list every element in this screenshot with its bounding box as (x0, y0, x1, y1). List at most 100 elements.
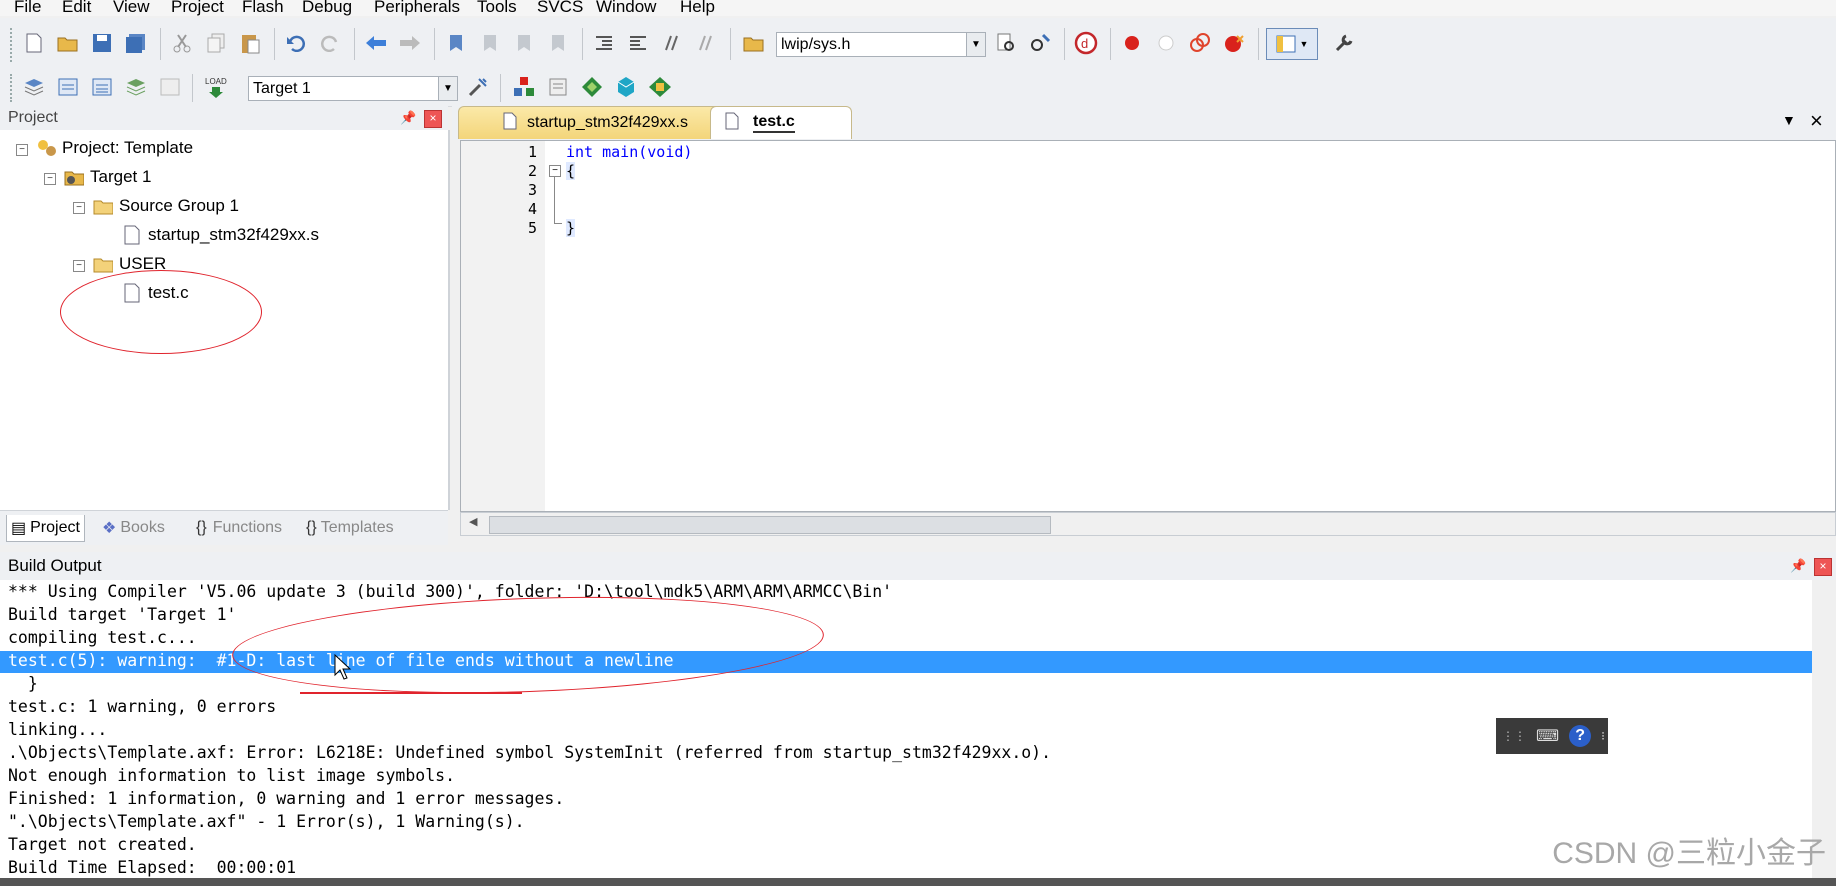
fold-icon[interactable]: − (549, 165, 561, 177)
find-in-files-icon[interactable] (742, 31, 766, 55)
tab-project[interactable]: ▤ Project (6, 515, 85, 542)
indent-icon[interactable] (592, 31, 616, 55)
disable-all-breakpoints-icon[interactable] (1188, 31, 1212, 55)
navigate-back-icon[interactable] (364, 31, 388, 55)
kill-all-breakpoints-icon[interactable] (1222, 31, 1246, 55)
comment-icon[interactable] (660, 31, 684, 55)
close-editor-icon[interactable]: × (1810, 108, 1823, 134)
cut-icon[interactable] (170, 31, 194, 55)
new-file-icon[interactable] (22, 31, 46, 55)
folder-icon (93, 197, 113, 215)
select-packs-icon[interactable] (546, 75, 570, 99)
code-editor[interactable]: 1 2 3 4 5 − int main(void) { } (460, 140, 1836, 512)
line-number: 5 (527, 219, 537, 237)
software-packs-icon[interactable] (648, 75, 672, 99)
chevron-down-icon[interactable]: ▼ (966, 33, 985, 56)
status-bar (0, 878, 1836, 886)
help-icon[interactable]: ? (1569, 725, 1592, 747)
stop-build-icon[interactable] (158, 75, 182, 99)
copy-icon[interactable] (204, 31, 228, 55)
undo-icon[interactable] (284, 31, 308, 55)
menu-help[interactable]: Help (680, 0, 715, 17)
clear-bookmarks-icon[interactable] (546, 31, 570, 55)
line-number-gutter: 1 2 3 4 5 − (461, 141, 562, 511)
menu-view[interactable]: View (113, 0, 150, 17)
menu-file[interactable]: File (14, 0, 41, 17)
manage-rte-icon[interactable] (580, 75, 604, 99)
redo-icon[interactable] (318, 31, 342, 55)
mouse-cursor-icon (334, 653, 352, 685)
fold-line (554, 177, 555, 223)
disable-breakpoint-icon[interactable] (1154, 31, 1178, 55)
line-number: 3 (527, 181, 537, 199)
collapse-icon[interactable]: − (16, 144, 28, 156)
navigate-forward-icon[interactable] (398, 31, 422, 55)
save-all-icon[interactable] (124, 31, 148, 55)
bookmark-icon[interactable] (444, 31, 468, 55)
toolbar-grip[interactable] (10, 74, 15, 102)
collapse-icon[interactable]: − (44, 173, 56, 185)
pack-installer-icon[interactable] (614, 75, 638, 99)
build-line-error[interactable]: .\Objects\Template.axf: Error: L6218E: U… (8, 743, 1051, 762)
options-icon[interactable]: ⁝ (1601, 729, 1605, 743)
prev-bookmark-icon[interactable] (478, 31, 502, 55)
menu-edit[interactable]: Edit (62, 0, 91, 17)
chevron-down-icon[interactable]: ▼ (438, 77, 457, 100)
window-layout-icon[interactable]: ▼ (1266, 28, 1318, 60)
tab-books[interactable]: ❖ Books (102, 515, 165, 541)
tree-startup-file[interactable]: startup_stm32f429xx.s (122, 225, 319, 245)
find-combo[interactable]: lwip/sys.h ▼ (776, 32, 986, 57)
separator (1064, 28, 1065, 60)
incremental-find-icon[interactable] (1028, 31, 1052, 55)
save-icon[interactable] (90, 31, 114, 55)
target-select[interactable]: Target 1 ▼ (248, 76, 458, 101)
menu-project[interactable]: Project (171, 0, 224, 17)
collapse-icon[interactable]: − (73, 202, 85, 214)
close-icon[interactable]: × (424, 110, 442, 128)
tab-startup-file[interactable]: startup_stm32f429xx.s (458, 106, 722, 139)
translate-icon[interactable] (22, 75, 46, 99)
toolbar-grip[interactable] (10, 28, 15, 62)
separator (582, 28, 583, 60)
manage-project-items-icon[interactable] (512, 75, 536, 99)
target-folder-icon (64, 168, 84, 186)
tree-target[interactable]: Target 1 (64, 167, 151, 187)
menu-flash[interactable]: Flash (242, 0, 284, 17)
menu-window[interactable]: Window (596, 0, 656, 17)
tree-project-root[interactable]: Project: Template (36, 138, 193, 158)
menu-tools[interactable]: Tools (477, 0, 517, 17)
build-icon[interactable] (56, 75, 80, 99)
pin-icon[interactable]: 📌 (400, 106, 416, 130)
tab-functions[interactable]: {} Functions (196, 515, 282, 541)
uncomment-icon[interactable] (694, 31, 718, 55)
download-icon[interactable]: LOAD (204, 75, 228, 99)
tab-templates[interactable]: {} Templates (306, 515, 394, 541)
configure-icon[interactable] (1332, 31, 1356, 55)
functions-icon: {} (196, 519, 207, 536)
unindent-icon[interactable] (626, 31, 650, 55)
scrollbar-thumb[interactable] (489, 516, 1051, 534)
menu-peripherals[interactable]: Peripherals (374, 0, 460, 17)
separator (434, 28, 435, 60)
find-icon[interactable] (994, 31, 1018, 55)
tab-test-c[interactable]: test.c (710, 106, 852, 139)
menu-svcs[interactable]: SVCS (537, 0, 583, 17)
breakpoint-icon[interactable] (1120, 31, 1144, 55)
debug-session-icon[interactable]: d (1074, 31, 1098, 55)
grip-icon[interactable]: ⋮⋮ (1502, 729, 1526, 743)
editor-horizontal-scrollbar[interactable]: ◀ (460, 512, 1836, 536)
options-for-target-icon[interactable] (466, 75, 490, 99)
paste-icon[interactable] (238, 31, 262, 55)
tab-list-chevron-icon[interactable]: ▼ (1782, 112, 1796, 128)
tree-source-group[interactable]: Source Group 1 (93, 196, 239, 216)
next-bookmark-icon[interactable] (512, 31, 536, 55)
pin-icon[interactable]: 📌 (1790, 552, 1806, 580)
rebuild-icon[interactable] (90, 75, 114, 99)
keyboard-icon[interactable]: ⌨ (1536, 726, 1559, 746)
close-icon[interactable]: × (1814, 558, 1832, 576)
open-folder-icon[interactable] (56, 31, 80, 55)
menu-debug[interactable]: Debug (302, 0, 352, 17)
collapse-icon[interactable]: − (73, 260, 85, 272)
scroll-left-icon[interactable]: ◀ (469, 515, 477, 528)
batch-build-icon[interactable] (124, 75, 148, 99)
